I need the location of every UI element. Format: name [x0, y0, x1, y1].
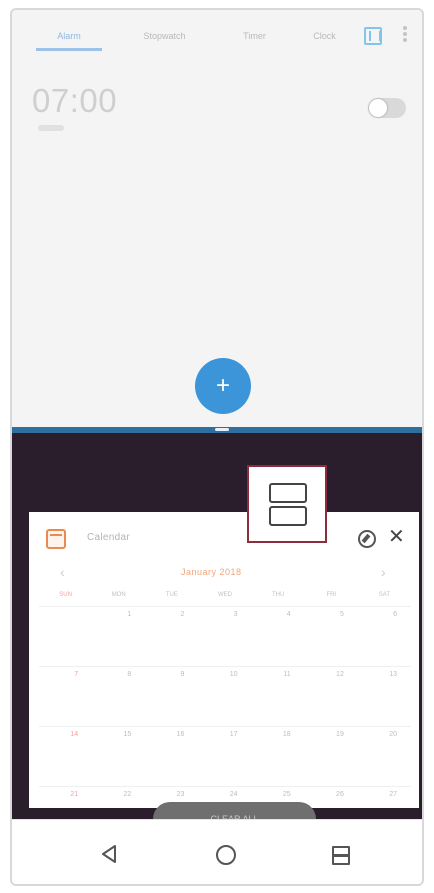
- split-screen-icon: [269, 483, 307, 503]
- calendar-day[interactable]: 20: [358, 727, 411, 786]
- calendar-day[interactable]: 10: [198, 667, 251, 726]
- calendar-day[interactable]: 1: [92, 607, 145, 666]
- calendar-day[interactable]: 2: [145, 607, 198, 666]
- split-screen-button[interactable]: [247, 465, 327, 543]
- calendar-day[interactable]: 9: [145, 667, 198, 726]
- chevron-left-icon[interactable]: ‹: [60, 564, 65, 580]
- calendar-day[interactable]: 18: [252, 727, 305, 786]
- calendar-day[interactable]: 13: [358, 667, 411, 726]
- split-screen-icon-lower: [269, 506, 307, 526]
- compass-icon[interactable]: [358, 530, 376, 548]
- calendar-day[interactable]: 19: [305, 727, 358, 786]
- back-icon[interactable]: [96, 840, 124, 868]
- active-tab-indicator: [36, 48, 102, 51]
- calendar-week-row: 7 8 9 10 11 12 13: [39, 666, 411, 726]
- recent-app-card-calendar[interactable]: Calendar ✕ ‹ January 2018 › SUN MON TUE …: [29, 512, 419, 808]
- dow-label: MON: [111, 592, 126, 598]
- card-header: Calendar ✕: [29, 512, 419, 562]
- calendar-day[interactable]: 14: [39, 727, 92, 786]
- phone-screen: Alarm Stopwatch Timer Clock 07:00 + Cale…: [10, 8, 424, 886]
- clock-app-window: Alarm Stopwatch Timer Clock 07:00 +: [12, 10, 422, 427]
- calendar-day[interactable]: [39, 607, 92, 666]
- days-of-week-row: SUN MON TUE WED THU FRI SAT: [39, 592, 411, 606]
- calendar-day[interactable]: 17: [198, 727, 251, 786]
- calendar-month-title: January 2018: [181, 567, 242, 577]
- dow-label: SAT: [378, 592, 391, 598]
- card-app-name: Calendar: [87, 532, 130, 543]
- calendar-week-row: 1 2 3 4 5 6: [39, 606, 411, 666]
- calendar-day[interactable]: 12: [305, 667, 358, 726]
- calendar-week-row: 14 15 16 17 18 19 20: [39, 726, 411, 786]
- add-alarm-button[interactable]: +: [195, 358, 251, 414]
- dow-label: WED: [217, 592, 232, 598]
- dow-label: THU: [271, 592, 285, 598]
- home-icon[interactable]: [211, 840, 239, 868]
- divider-handle[interactable]: [215, 428, 229, 431]
- calendar-nav: ‹ January 2018 ›: [29, 564, 419, 586]
- calendar-day[interactable]: 7: [39, 667, 92, 726]
- tab-alarm[interactable]: Alarm: [36, 24, 102, 48]
- alarm-toggle[interactable]: [368, 98, 406, 118]
- calendar-day[interactable]: 4: [252, 607, 305, 666]
- recents-icon[interactable]: [326, 840, 354, 868]
- calendar-day[interactable]: 16: [145, 727, 198, 786]
- close-icon[interactable]: ✕: [388, 526, 405, 548]
- calendar-day[interactable]: 6: [358, 607, 411, 666]
- dow-label: FRI: [326, 592, 337, 598]
- dow-label: TUE: [165, 592, 178, 598]
- clock-tabs: Alarm Stopwatch Timer Clock: [12, 24, 422, 56]
- tab-clock[interactable]: Clock: [302, 24, 347, 48]
- chevron-right-icon[interactable]: ›: [381, 564, 386, 580]
- calendar-day[interactable]: 11: [252, 667, 305, 726]
- calendar-day[interactable]: 15: [92, 727, 145, 786]
- calendar-day[interactable]: 5: [305, 607, 358, 666]
- calendar-day[interactable]: 3: [198, 607, 251, 666]
- calendar-icon[interactable]: [364, 27, 382, 45]
- navigation-bar: [12, 819, 422, 884]
- more-options-icon[interactable]: [402, 24, 408, 46]
- alarm-time[interactable]: 07:00: [32, 82, 117, 120]
- dow-label: SUN: [59, 592, 72, 598]
- calendar-app-icon: [46, 529, 66, 549]
- calendar-day[interactable]: 8: [92, 667, 145, 726]
- alarm-label: [38, 125, 64, 131]
- tab-timer[interactable]: Timer: [227, 24, 282, 48]
- tab-stopwatch[interactable]: Stopwatch: [117, 24, 212, 48]
